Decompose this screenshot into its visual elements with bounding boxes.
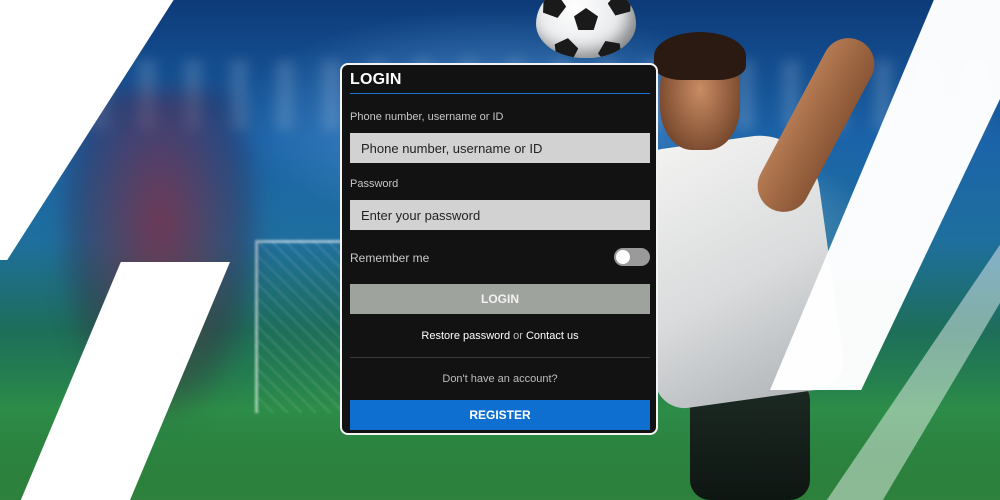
username-label: Phone number, username or ID [350,111,504,123]
toggle-knob [616,250,630,264]
divider [350,357,650,358]
title-underline [350,93,650,94]
or-text: or [513,330,523,342]
register-button[interactable]: REGISTER [350,400,650,430]
remember-me-label: Remember me [350,251,430,265]
password-input[interactable] [350,200,650,230]
player-hair [654,32,746,80]
login-title: LOGIN [350,71,402,88]
background-scene: LOGIN Phone number, username or ID Passw… [0,0,1000,500]
username-input[interactable] [350,133,650,163]
contact-us-link[interactable]: Contact us [526,330,579,342]
ball-patch [594,36,625,58]
ball-body [536,0,636,58]
ball-patch [606,0,635,17]
remember-me-row: Remember me [350,246,650,270]
restore-password-link[interactable]: Restore password [421,330,510,342]
ball-patch [552,36,579,58]
no-account-text: Don't have an account? [442,373,558,385]
password-label: Password [350,178,399,190]
soccer-ball [536,0,640,62]
login-panel: LOGIN Phone number, username or ID Passw… [340,63,658,435]
ball-patch [539,0,569,19]
ball-patch [574,8,598,30]
login-button[interactable]: LOGIN [350,284,650,314]
help-links: Restore password or Contact us [350,330,650,342]
remember-me-toggle[interactable] [614,248,650,266]
